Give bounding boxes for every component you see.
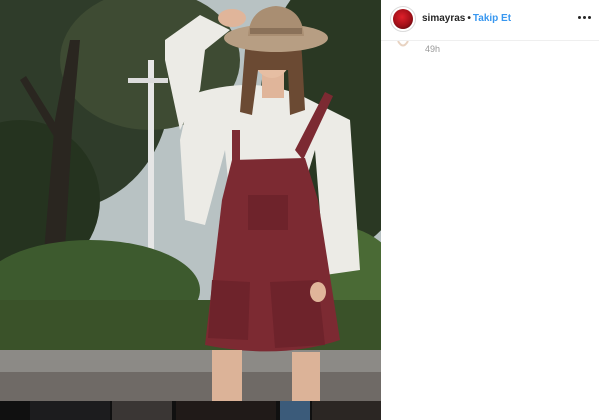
post-timestamp: 49h xyxy=(425,44,441,54)
post-photo-illustration xyxy=(0,0,381,401)
avatar-image xyxy=(393,9,413,29)
user-row: simayras • Takip Et xyxy=(422,12,511,25)
more-options-icon[interactable] xyxy=(578,12,592,24)
post-sidebar: simayras • Takip Et 49h xyxy=(381,0,599,420)
username-link[interactable]: simayras xyxy=(422,13,465,24)
follow-button[interactable]: Takip Et xyxy=(473,13,511,24)
profile-avatar[interactable] xyxy=(390,6,416,32)
bottom-thumbnail-strip xyxy=(0,401,387,420)
post-photo[interactable] xyxy=(0,0,381,401)
separator-dot: • xyxy=(467,13,471,24)
heart-icon[interactable] xyxy=(396,36,410,47)
post-header: simayras • Takip Et xyxy=(381,0,599,41)
